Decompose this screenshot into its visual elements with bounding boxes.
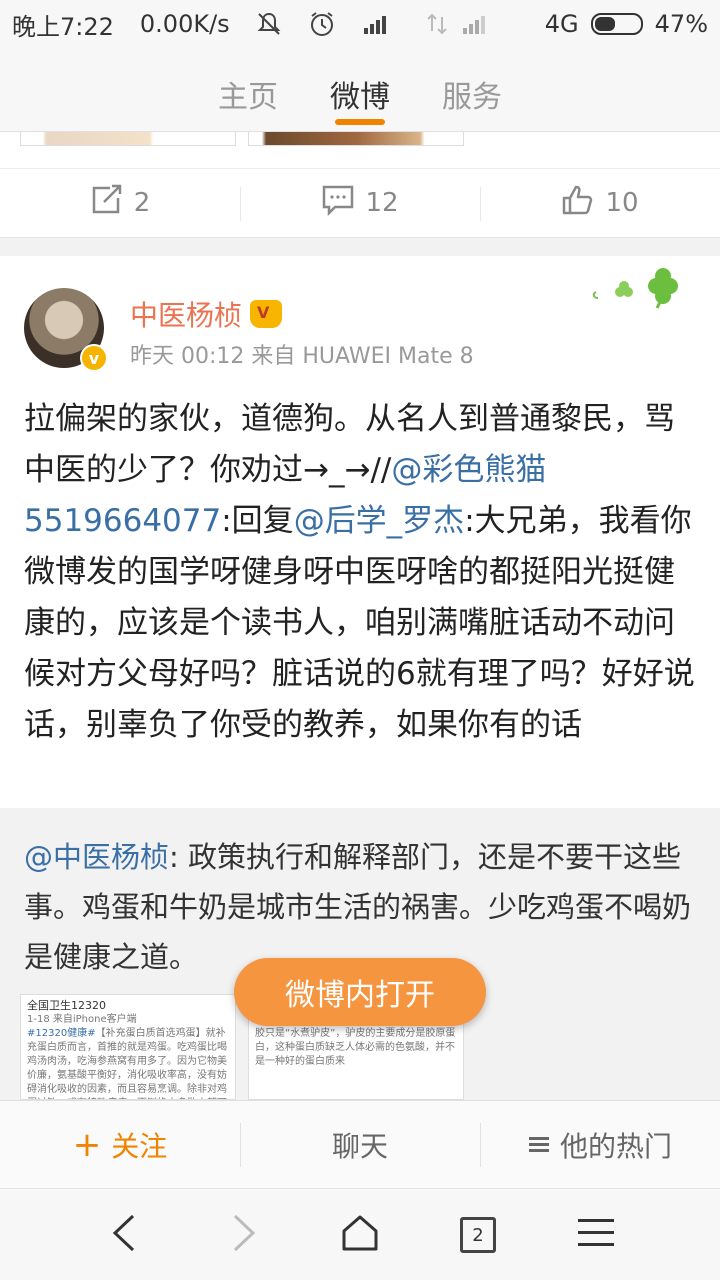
repost-button[interactable]: 2 xyxy=(0,169,240,237)
network-speed: 0.00K/s xyxy=(139,10,230,38)
back-button[interactable] xyxy=(96,1205,152,1265)
browser-nav-bar: 2 xyxy=(0,1188,720,1280)
chat-button[interactable]: 聊天 xyxy=(240,1101,480,1188)
hot-posts-button[interactable]: 他的热门 xyxy=(480,1101,720,1188)
status-time: 晚上7:22 xyxy=(12,12,114,41)
post-text-part: :回复 xyxy=(221,503,294,539)
follow-button[interactable]: + 关注 xyxy=(0,1101,240,1188)
signal-icon xyxy=(362,12,392,36)
post-text: 拉偏架的家伙，道德狗。从名人到普通黎民，骂中医的少了？你劝过→_→//@彩色熊猫… xyxy=(24,394,696,751)
image-subtitle: 1-18 来自iPhone客户端 xyxy=(27,1014,137,1025)
top-tabs: 主页 微博 服务 xyxy=(0,48,720,132)
alarm-icon xyxy=(308,10,336,38)
clover-decoration-icon xyxy=(578,268,688,310)
previous-post-photos xyxy=(0,132,720,168)
thumbs-up-icon xyxy=(561,184,595,223)
post-card: v 中医杨桢 昨天 00:12 来自 HUAWEI Mate 8 拉偏架的家伙，… xyxy=(0,256,720,808)
image-header: 全国卫生12320 xyxy=(27,999,106,1012)
tab-count: 2 xyxy=(460,1217,496,1253)
data-transfer-icon xyxy=(425,12,449,36)
home-icon xyxy=(340,1213,380,1257)
comment-count: 12 xyxy=(365,188,399,218)
retweet-image[interactable]: 全国卫生12320 1-18 来自iPhone客户端 #12320健康#【补充蛋… xyxy=(20,994,236,1100)
menu-lines-icon xyxy=(528,1128,550,1161)
battery-icon xyxy=(590,13,643,35)
photo-thumbnail[interactable] xyxy=(248,132,464,146)
menu-button[interactable] xyxy=(568,1205,624,1265)
open-in-weibo-button[interactable]: 微博内打开 xyxy=(234,958,486,1026)
comment-icon xyxy=(321,184,355,223)
repost-count: 2 xyxy=(133,188,151,218)
post-author[interactable]: 中医杨桢 xyxy=(130,294,283,334)
tab-weibo[interactable]: 微博 xyxy=(330,48,390,131)
profile-action-bar: + 关注 聊天 他的热门 xyxy=(0,1100,720,1188)
status-bar: 晚上7:22 0.00K/s 4G 47% xyxy=(0,0,720,48)
tab-service[interactable]: 服务 xyxy=(442,48,502,131)
mention-link[interactable]: @后学_罗杰 xyxy=(294,503,465,539)
image-hashtag: #12320健康# xyxy=(27,1028,96,1039)
chevron-right-icon xyxy=(229,1212,259,1258)
network-type: 4G xyxy=(544,10,579,38)
forward-button[interactable] xyxy=(216,1205,272,1265)
previous-post-actions: 2 12 10 xyxy=(0,168,720,238)
vip-crown-icon xyxy=(250,300,283,328)
like-count: 10 xyxy=(605,188,639,218)
mute-icon xyxy=(256,11,282,37)
author-name: 中医杨桢 xyxy=(130,299,243,332)
plus-icon: + xyxy=(72,1124,102,1165)
tab-home[interactable]: 主页 xyxy=(218,48,278,131)
battery-percent: 47% xyxy=(654,10,708,38)
chat-label: 聊天 xyxy=(331,1129,388,1163)
hamburger-menu-icon xyxy=(576,1216,616,1254)
photo-thumbnail[interactable] xyxy=(20,132,236,146)
like-button[interactable]: 10 xyxy=(480,169,720,237)
follow-label: 关注 xyxy=(111,1129,168,1163)
signal-2-icon xyxy=(461,12,491,36)
post-text-part: :大兄弟，我看你微博发的国学呀健身呀中医呀啥的都挺阳光挺健康的，应该是个读书人，… xyxy=(24,503,695,743)
verified-badge: v xyxy=(80,344,108,372)
post-meta: 昨天 00:12 来自 HUAWEI Mate 8 xyxy=(130,344,474,369)
retweeted-post[interactable]: @中医杨桢: 政策执行和解释部门，还是不要干这些事。鸡蛋和牛奶是城市生活的祸害。… xyxy=(0,808,720,1100)
mention-link[interactable]: @中医杨桢 xyxy=(24,840,169,874)
hot-posts-label: 他的热门 xyxy=(559,1129,672,1163)
avatar[interactable]: v xyxy=(24,288,108,372)
home-button[interactable] xyxy=(332,1205,388,1265)
repost-icon xyxy=(90,184,124,223)
chevron-left-icon xyxy=(109,1212,139,1258)
tabs-button[interactable]: 2 xyxy=(450,1205,506,1265)
comment-button[interactable]: 12 xyxy=(240,169,480,237)
post-text-part: 拉偏架的家伙，道德狗。从名人到普通黎民，骂中医的少了？你劝过→_→// xyxy=(24,401,675,488)
